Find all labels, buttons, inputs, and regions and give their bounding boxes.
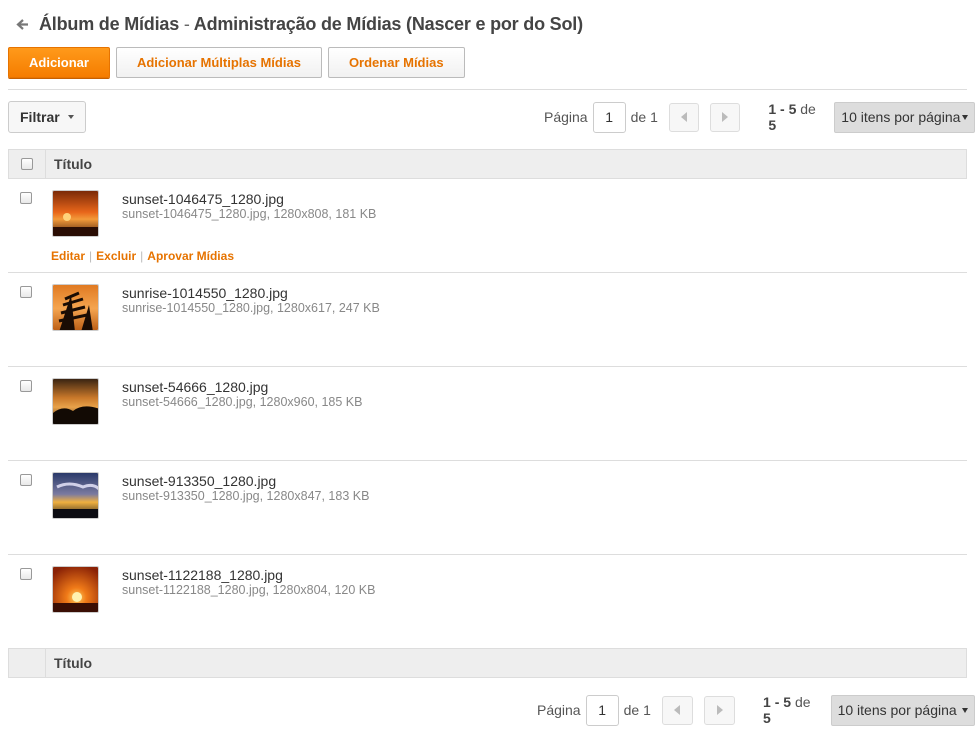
table-footer-header: Título <box>8 648 967 678</box>
delete-link[interactable]: Excluir <box>96 249 136 263</box>
caret-down-icon <box>67 115 74 119</box>
range-total: 5 <box>768 117 777 133</box>
media-details: sunrise-1014550_1280.jpg, 1280x617, 247 … <box>122 301 380 315</box>
pagination-top: Página de 1 1 - 5 de 5 10 itens por pági… <box>544 101 975 133</box>
media-details: sunset-913350_1280.jpg, 1280x847, 183 KB <box>122 489 370 503</box>
prev-arrow-icon <box>680 112 687 122</box>
add-multiple-button[interactable]: Adicionar Múltiplas Mídias <box>115 47 322 78</box>
select-all-checkbox[interactable] <box>21 158 33 170</box>
media-title-link[interactable]: sunset-1046475_1280.jpg <box>122 191 284 207</box>
next-page-button[interactable] <box>710 102 741 132</box>
page-number-input[interactable] <box>585 694 619 726</box>
range-total: 5 <box>763 710 771 726</box>
column-title-footer[interactable]: Título <box>46 655 92 671</box>
next-arrow-icon <box>716 705 723 715</box>
of-label: de <box>630 109 647 125</box>
prev-arrow-icon <box>674 705 681 715</box>
range-start-end: 1 - 5 <box>768 101 797 117</box>
thumbnail-image[interactable] <box>52 378 99 425</box>
title-separator: - <box>183 14 190 34</box>
prev-page-button[interactable] <box>668 102 700 132</box>
item-range: 1 - 5 de 5 <box>768 101 822 133</box>
table-row: sunrise-1014550_1280.jpg sunrise-1014550… <box>8 273 967 367</box>
row-checkbox[interactable] <box>20 286 32 298</box>
row-checkbox[interactable] <box>20 192 32 204</box>
column-title[interactable]: Título <box>46 156 92 172</box>
select-arrow-icon <box>961 114 968 120</box>
next-page-button[interactable] <box>703 695 736 725</box>
next-arrow-icon <box>722 112 729 122</box>
approve-link[interactable]: Aprovar Mídias <box>147 249 234 263</box>
media-title-link[interactable]: sunrise-1014550_1280.jpg <box>122 285 288 301</box>
page-label: Página <box>537 702 581 718</box>
action-divider: | <box>140 249 144 263</box>
edit-link[interactable]: Editar <box>51 249 85 263</box>
thumbnail-image[interactable] <box>52 472 99 519</box>
media-title-link[interactable]: sunset-54666_1280.jpg <box>122 379 268 395</box>
page-title: Álbum de Mídias - Administração de Mídia… <box>39 14 583 35</box>
row-checkbox[interactable] <box>20 474 32 486</box>
thumbnail-image[interactable] <box>52 284 99 331</box>
table-row: sunset-913350_1280.jpg sunset-913350_128… <box>8 461 967 555</box>
thumbnail-image[interactable] <box>52 566 99 613</box>
items-per-page-select[interactable]: 10 itens por página <box>834 101 975 133</box>
range-of: de <box>800 101 816 117</box>
table-row: sunset-54666_1280.jpg sunset-54666_1280.… <box>8 367 967 461</box>
add-button[interactable]: Adicionar <box>8 47 110 78</box>
range-of: de <box>794 694 811 710</box>
album-title: Álbum de Mídias <box>39 14 180 34</box>
total-pages: 1 <box>650 109 658 125</box>
page-label: Página <box>544 109 588 125</box>
footer-check-cell <box>9 649 46 677</box>
action-divider: | <box>89 249 93 263</box>
item-range: 1 - 5 de 5 <box>763 694 819 726</box>
thumbnail-image[interactable] <box>52 190 99 237</box>
row-checkbox[interactable] <box>20 380 32 392</box>
media-details: sunset-1122188_1280.jpg, 1280x804, 120 K… <box>122 583 376 597</box>
row-checkbox[interactable] <box>20 568 32 580</box>
total-pages: 1 <box>643 702 651 718</box>
items-per-page-value: 10 itens por página <box>841 109 961 125</box>
items-per-page-select[interactable]: 10 itens por página <box>830 694 975 726</box>
filter-dropdown[interactable]: Filtrar <box>8 101 86 133</box>
filter-label: Filtrar <box>20 109 60 125</box>
prev-page-button[interactable] <box>661 695 693 725</box>
table-row: sunset-1122188_1280.jpg sunset-1122188_1… <box>8 555 967 649</box>
back-arrow-icon[interactable] <box>16 18 30 32</box>
row-actions: Editar | Excluir | Aprovar Mídias <box>51 249 234 263</box>
admin-title: Administração de Mídias (Nascer e por do… <box>193 14 583 34</box>
of-label: de <box>623 702 640 718</box>
media-title-link[interactable]: sunset-1122188_1280.jpg <box>122 567 283 583</box>
media-details: sunset-54666_1280.jpg, 1280x960, 185 KB <box>122 395 363 409</box>
media-title-link[interactable]: sunset-913350_1280.jpg <box>122 473 276 489</box>
table-header: Título <box>8 149 967 179</box>
page-number-input[interactable] <box>592 101 626 133</box>
order-media-button[interactable]: Ordenar Mídias <box>327 47 465 78</box>
table-row: sunset-1046475_1280.jpg sunset-1046475_1… <box>8 179 967 273</box>
select-arrow-icon <box>962 707 969 713</box>
items-per-page-value: 10 itens por página <box>837 702 957 718</box>
page-header: Álbum de Mídias - Administração de Mídia… <box>16 14 583 35</box>
media-details: sunset-1046475_1280.jpg, 1280x808, 181 K… <box>122 207 377 221</box>
pagination-bottom: Página de 1 1 - 5 de 5 10 itens por pági… <box>537 694 975 726</box>
range-start-end: 1 - 5 <box>763 694 792 710</box>
toolbar: Adicionar Adicionar Múltiplas Mídias Ord… <box>8 47 465 78</box>
select-all-cell <box>9 150 46 178</box>
divider <box>8 89 967 90</box>
